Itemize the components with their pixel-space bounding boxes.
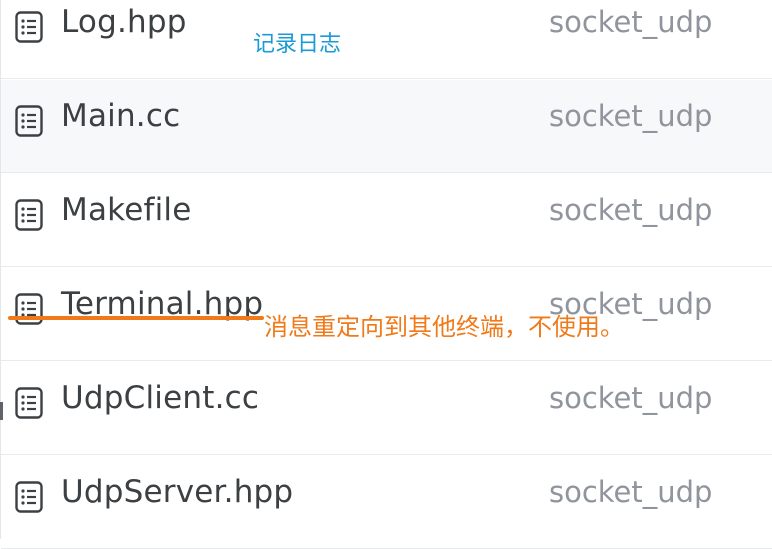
file-row-makefile[interactable]: Makefile socket_udp (1, 174, 772, 267)
file-list-icon (15, 293, 43, 325)
file-list-icon (15, 199, 43, 231)
file-name[interactable]: Log.hpp (61, 4, 187, 40)
folder-link[interactable]: socket_udp (549, 475, 712, 509)
folder-link[interactable]: socket_udp (549, 99, 712, 133)
file-name[interactable]: UdpServer.hpp (61, 474, 293, 510)
file-row-udpclient[interactable]: UdpClient.cc socket_udp (1, 362, 772, 455)
log-annotation: 记录日志 (253, 32, 342, 57)
file-row-udpserver[interactable]: UdpServer.hpp socket_udp (1, 456, 772, 549)
terminal-annotation: 消息重定向到其他终端，不使用。 (264, 313, 624, 341)
file-list-icon (15, 11, 43, 43)
folder-link[interactable]: socket_udp (549, 5, 712, 39)
strikethrough-line (8, 316, 264, 320)
file-list-icon (15, 387, 43, 419)
file-row-log[interactable]: Log.hpp socket_udp (1, 0, 772, 79)
file-name[interactable]: UdpClient.cc (61, 380, 259, 416)
left-edge-marker (0, 402, 3, 420)
file-list-icon (15, 105, 43, 137)
file-name[interactable]: Makefile (61, 192, 191, 228)
file-row-main[interactable]: Main.cc socket_udp (1, 80, 772, 173)
file-list-icon (15, 481, 43, 513)
file-list: Log.hpp socket_udp Main.cc socket_udp Ma… (0, 0, 772, 549)
folder-link[interactable]: socket_udp (549, 193, 712, 227)
folder-link[interactable]: socket_udp (549, 381, 712, 415)
file-name[interactable]: Main.cc (61, 98, 180, 134)
